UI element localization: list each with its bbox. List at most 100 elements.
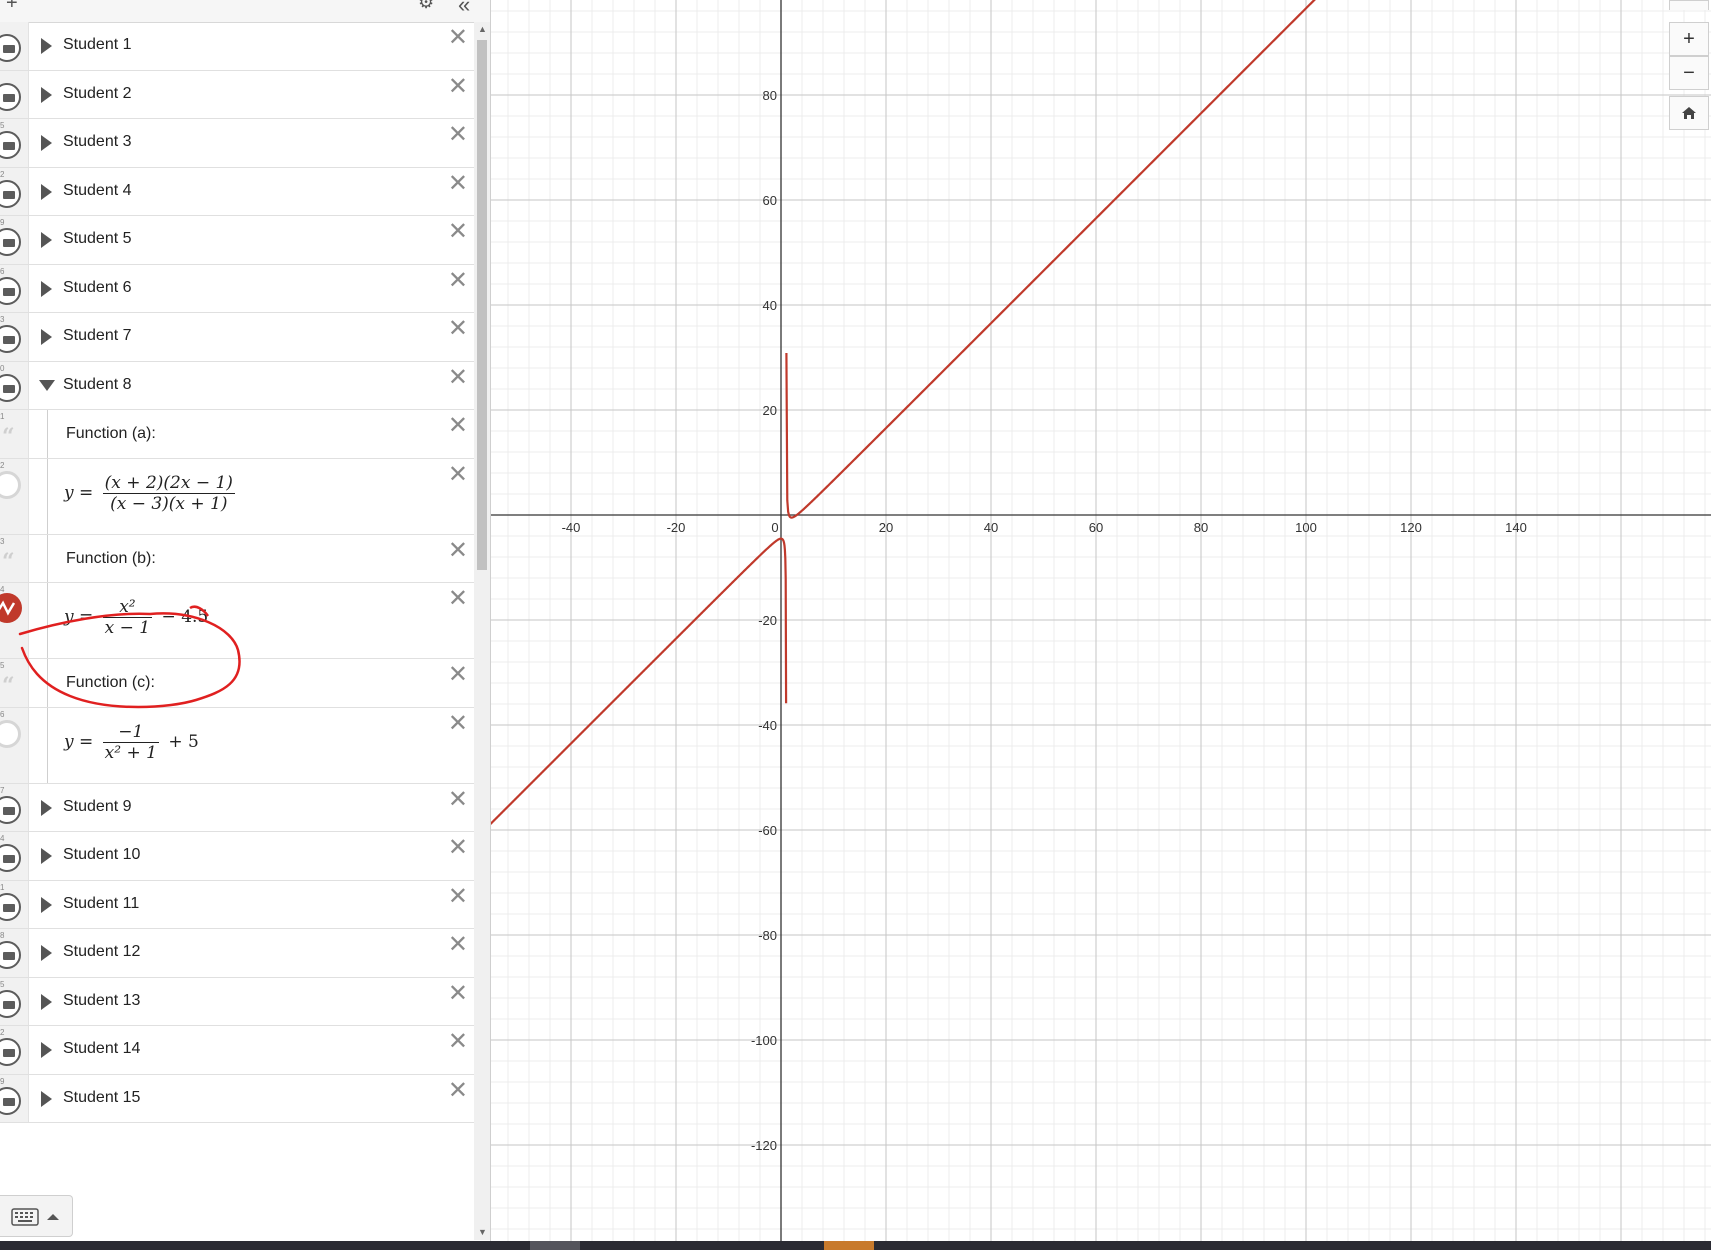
home-icon — [1682, 107, 1696, 119]
folder-label[interactable]: Student 14 — [63, 1040, 140, 1058]
folder-row[interactable]: Student 1 ✕ — [0, 22, 474, 71]
wrench-icon[interactable] — [1669, 0, 1709, 10]
close-icon[interactable]: ✕ — [448, 365, 468, 390]
close-icon[interactable]: ✕ — [448, 123, 468, 147]
chevron-right-icon[interactable] — [41, 86, 52, 103]
close-icon[interactable]: ✕ — [448, 981, 468, 1006]
folder-row[interactable]: 4 Student 10 ✕ — [0, 832, 474, 881]
folder-label[interactable]: Student 9 — [63, 798, 132, 816]
zoom-in-button[interactable]: + — [1669, 22, 1709, 56]
chevron-right-icon[interactable] — [41, 896, 52, 913]
folder-label[interactable]: Student 8 — [63, 376, 132, 394]
x-tick-label: -40 — [562, 520, 581, 535]
graph-paper[interactable]: -60 -40 -20 0 20 40 60 80 100 120 140 80 60 40 20 -20 -4… — [491, 0, 1711, 1250]
folder-label[interactable]: Student 1 — [63, 36, 132, 54]
plus-icon[interactable]: + — [6, 0, 18, 15]
folder-row[interactable]: 1 Student 11 ✕ — [0, 880, 474, 929]
folder-row[interactable]: 3 Student 7 ✕ — [0, 313, 474, 362]
chevron-right-icon[interactable] — [41, 993, 52, 1010]
folder-label[interactable]: Student 15 — [63, 1089, 140, 1107]
close-icon[interactable]: ✕ — [448, 836, 468, 860]
folder-label[interactable]: Student 6 — [63, 279, 132, 297]
folder-label[interactable]: Student 12 — [63, 943, 140, 961]
close-icon[interactable]: ✕ — [448, 268, 468, 293]
folder-row[interactable]: 2 Student 4 ✕ — [0, 167, 474, 216]
axes — [491, 0, 1711, 1250]
folder-row[interactable]: 7 Student 9 ✕ — [0, 783, 474, 832]
close-icon[interactable]: ✕ — [448, 711, 468, 736]
folder-label[interactable]: Student 4 — [63, 182, 132, 200]
folder-row[interactable]: 2 Student 14 ✕ — [0, 1026, 474, 1075]
folder-label[interactable]: Student 10 — [63, 846, 140, 864]
scrollbar[interactable]: ▲ ▼ — [474, 22, 490, 1240]
folder-row[interactable]: 5 Student 3 ✕ — [0, 119, 474, 168]
close-icon[interactable]: ✕ — [448, 171, 468, 196]
chevron-down-icon[interactable] — [39, 379, 55, 391]
keyboard-toggle[interactable] — [0, 1195, 73, 1237]
chevron-right-icon[interactable] — [41, 848, 52, 865]
taskbar-item-active[interactable] — [824, 1241, 874, 1250]
chevron-right-icon[interactable] — [41, 38, 52, 55]
close-icon[interactable]: ✕ — [448, 1078, 468, 1103]
close-icon[interactable]: ✕ — [448, 587, 468, 611]
zoom-out-button[interactable]: − — [1669, 56, 1709, 90]
taskbar-item[interactable] — [530, 1241, 580, 1250]
y-tick-label: -60 — [758, 823, 777, 838]
close-icon[interactable]: ✕ — [448, 74, 468, 99]
folder-row[interactable]: 8 Student 12 ✕ — [0, 929, 474, 978]
fraction-numerator: (x + 2)(2x − 1) — [102, 472, 235, 494]
folder-row[interactable]: 9 Student 15 ✕ — [0, 1074, 474, 1123]
folder-label[interactable]: Student 11 — [63, 895, 139, 913]
folder-row[interactable]: 9 Student 5 ✕ — [0, 216, 474, 265]
chevron-right-icon[interactable] — [41, 280, 52, 297]
close-icon[interactable]: ✕ — [448, 538, 468, 563]
close-icon[interactable]: ✕ — [448, 317, 468, 341]
gear-icon[interactable]: ⚙ — [418, 0, 434, 13]
row-number: 4 — [0, 834, 5, 843]
close-icon[interactable]: ✕ — [448, 933, 468, 957]
expression-math[interactable]: y = (x + 2)(2x − 1) (x − 3)(x + 1) — [64, 473, 239, 514]
expression-row[interactable]: 2 y = (x + 2)(2x − 1) (x − 3)(x + 1) ✕ — [0, 458, 474, 535]
chevron-right-icon[interactable] — [41, 329, 52, 346]
chevron-right-icon[interactable] — [41, 183, 52, 200]
row-number: 5 — [0, 121, 5, 130]
folder-label[interactable]: Student 2 — [63, 85, 132, 103]
close-icon[interactable]: ✕ — [448, 884, 468, 909]
note-text[interactable]: Function (b): — [66, 550, 156, 568]
scroll-down-icon[interactable]: ▼ — [478, 1227, 487, 1237]
close-icon[interactable]: ✕ — [448, 462, 468, 487]
close-icon[interactable]: ✕ — [448, 1030, 468, 1054]
chevron-right-icon[interactable] — [41, 135, 52, 152]
folder-label[interactable]: Student 3 — [63, 133, 132, 151]
folder-row[interactable]: 6 Student 6 ✕ — [0, 264, 474, 313]
folder-label[interactable]: Student 5 — [63, 230, 132, 248]
folder-row[interactable]: 5 Student 13 ✕ — [0, 977, 474, 1026]
chevron-right-icon[interactable] — [41, 799, 52, 816]
x-tick-label: 80 — [1194, 520, 1208, 535]
close-icon[interactable]: ✕ — [448, 414, 468, 438]
folder-label[interactable]: Student 7 — [63, 327, 132, 345]
home-button[interactable] — [1669, 96, 1709, 130]
os-taskbar — [0, 1241, 1711, 1250]
x-tick-label: 120 — [1400, 520, 1422, 535]
scroll-up-icon[interactable]: ▲ — [478, 24, 487, 34]
major-grid — [491, 0, 1711, 1250]
chevron-right-icon[interactable] — [41, 232, 52, 249]
folder-row[interactable]: 0 Student 8 ✕ — [0, 361, 474, 410]
close-icon[interactable]: ✕ — [448, 220, 468, 244]
chevron-right-icon[interactable] — [41, 1042, 52, 1059]
chevron-right-icon[interactable] — [41, 1090, 52, 1107]
close-icon[interactable]: ✕ — [448, 787, 468, 812]
scrollbar-thumb[interactable] — [477, 40, 487, 570]
close-icon[interactable]: ✕ — [448, 26, 468, 50]
chevron-right-icon[interactable] — [41, 945, 52, 962]
note-text[interactable]: Function (a): — [66, 425, 156, 443]
double-chevron-left-icon[interactable]: « — [458, 0, 470, 18]
close-icon[interactable]: ✕ — [448, 663, 468, 687]
folder-label[interactable]: Student 13 — [63, 992, 140, 1010]
note-row[interactable]: 1 “ Function (a): ✕ — [0, 410, 474, 459]
folder-row[interactable]: Student 2 ✕ — [0, 70, 474, 119]
quote-icon: “ — [2, 424, 15, 451]
x-tick-label: 40 — [984, 520, 998, 535]
minor-grid — [491, 0, 1711, 1250]
